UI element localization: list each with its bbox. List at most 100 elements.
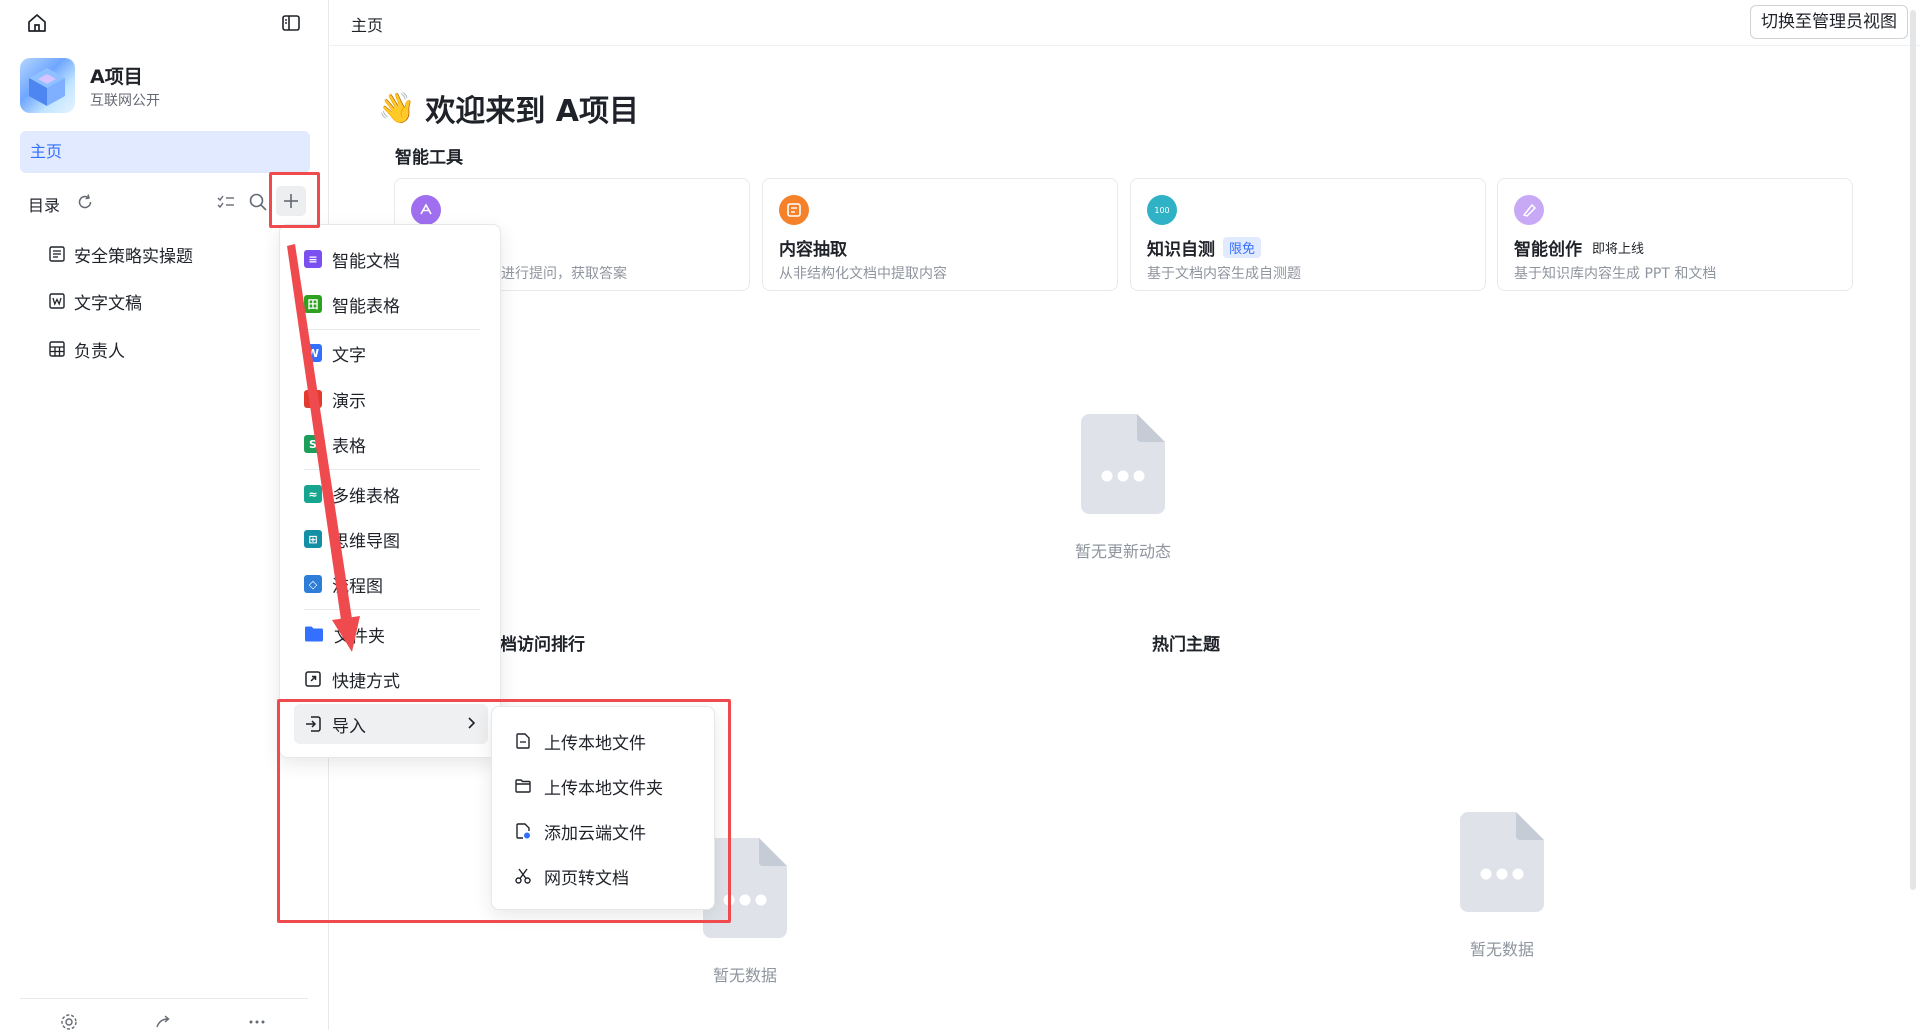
tree-item[interactable]: 负责人 bbox=[48, 336, 125, 362]
menu-item-label: 文字 bbox=[332, 345, 366, 366]
tool-card-selftest[interactable]: 100 知识自测 限免 基于文档内容生成自测题 bbox=[1130, 178, 1486, 291]
submenu-upload-file[interactable]: 上传本地文件 bbox=[514, 723, 646, 759]
menu-divider bbox=[304, 469, 480, 470]
scrollbar[interactable] bbox=[1910, 10, 1916, 890]
tool-desc: 基于知识库内容生成 PPT 和文档 bbox=[1514, 266, 1717, 282]
menu-item-label: 演示 bbox=[332, 391, 366, 412]
menu-item-spreadsheet[interactable]: S 表格 bbox=[294, 424, 488, 464]
folder-icon bbox=[304, 625, 324, 643]
tool-desc: 进行提问，获取答案 bbox=[501, 266, 627, 282]
doc-icon bbox=[48, 245, 66, 263]
import-submenu: 上传本地文件 上传本地文件夹 添加云端文件 网页转文档 bbox=[491, 706, 715, 910]
more-icon[interactable] bbox=[248, 1013, 266, 1031]
menu-item-label: 思维导图 bbox=[332, 531, 400, 552]
tools-section-title: 智能工具 bbox=[395, 148, 463, 168]
tree-item-label: 负责人 bbox=[74, 341, 125, 362]
project-name: A项目 bbox=[90, 66, 143, 88]
folder-outline-icon bbox=[514, 777, 532, 795]
checklist-icon[interactable] bbox=[216, 193, 236, 211]
word-doc-icon: W bbox=[304, 344, 322, 362]
empty-rank-text: 暂无数据 bbox=[712, 966, 777, 985]
submenu-label: 上传本地文件夹 bbox=[544, 778, 663, 799]
menu-item-multi-table[interactable]: ≈ 多维表格 bbox=[294, 474, 488, 514]
wave-emoji-icon: 👋 bbox=[378, 90, 416, 126]
empty-file-icon bbox=[1081, 414, 1165, 514]
submenu-label: 添加云端文件 bbox=[544, 823, 646, 844]
sidebar-footer bbox=[20, 998, 308, 1030]
tree-item[interactable]: 安全策略实操题 bbox=[48, 241, 193, 267]
menu-item-label: 文件夹 bbox=[334, 626, 385, 647]
chevron-right-icon bbox=[464, 716, 478, 730]
refresh-icon[interactable] bbox=[76, 193, 94, 211]
welcome-heading: 👋 欢迎来到 A项目 bbox=[378, 86, 639, 130]
selftest-tool-icon: 100 bbox=[1147, 195, 1177, 225]
catalog-bar: 目录 bbox=[28, 186, 318, 216]
tool-name-text: 内容抽取 bbox=[779, 240, 847, 260]
tool-name: 智能创作 即将上线 bbox=[1514, 235, 1646, 260]
home-icon[interactable] bbox=[26, 12, 48, 34]
tree-item-label: 安全策略实操题 bbox=[74, 246, 193, 267]
menu-item-label: 导入 bbox=[332, 716, 366, 737]
switch-admin-view-button[interactable]: 切换至管理员视图 bbox=[1750, 5, 1908, 39]
submenu-upload-folder[interactable]: 上传本地文件夹 bbox=[514, 768, 663, 804]
sidebar-top-icons bbox=[26, 12, 302, 36]
submenu-label: 网页转文档 bbox=[544, 868, 629, 889]
flowchart-icon: ◇ bbox=[304, 575, 322, 593]
menu-item-import[interactable]: 导入 bbox=[294, 704, 488, 744]
empty-hot-text: 暂无数据 bbox=[1469, 940, 1534, 959]
tool-desc: 基于文档内容生成自测题 bbox=[1147, 266, 1301, 282]
empty-hot: 暂无数据 bbox=[1437, 812, 1567, 960]
plus-icon bbox=[284, 194, 298, 208]
catalog-label: 目录 bbox=[28, 196, 61, 215]
project-logo bbox=[20, 58, 75, 113]
import-icon bbox=[304, 715, 322, 733]
mindmap-icon: ⊞ bbox=[304, 530, 322, 548]
tool-name-text: 知识自测 bbox=[1147, 240, 1215, 260]
menu-divider bbox=[304, 609, 480, 610]
empty-file-icon bbox=[703, 838, 787, 938]
svg-text:100: 100 bbox=[1154, 206, 1169, 215]
shortcut-icon bbox=[304, 670, 322, 688]
menu-item-shortcut[interactable]: 快捷方式 bbox=[294, 659, 488, 699]
menu-item-label: 智能文档 bbox=[332, 251, 400, 272]
tool-card-create[interactable]: 智能创作 即将上线 基于知识库内容生成 PPT 和文档 bbox=[1497, 178, 1853, 291]
tool-name: 知识自测 限免 bbox=[1147, 235, 1262, 260]
menu-item-smart-table[interactable]: 田 智能表格 bbox=[294, 284, 488, 324]
menu-item-label: 多维表格 bbox=[332, 486, 400, 507]
search-icon[interactable] bbox=[248, 192, 268, 212]
tool-card-extract[interactable]: 内容抽取 从非结构化文档中提取内容 bbox=[762, 178, 1118, 291]
menu-item-flowchart[interactable]: ◇ 流程图 bbox=[294, 564, 488, 604]
scissors-icon bbox=[514, 867, 532, 885]
top-header: 主页 切换至管理员视图 bbox=[330, 0, 1920, 46]
tool-name: 内容抽取 bbox=[779, 235, 847, 260]
menu-item-folder[interactable]: 文件夹 bbox=[294, 614, 488, 654]
tree-item[interactable]: 文字文稿 bbox=[48, 288, 142, 314]
extract-tool-icon bbox=[779, 195, 809, 225]
menu-item-text[interactable]: W 文字 bbox=[294, 333, 488, 373]
project-visibility: 互联网公开 bbox=[90, 93, 160, 109]
nav-home[interactable]: 主页 bbox=[20, 131, 310, 173]
submenu-webpage-to-doc[interactable]: 网页转文档 bbox=[514, 858, 629, 894]
empty-updates-text: 暂无更新动态 bbox=[1074, 542, 1171, 561]
empty-updates: 暂无更新动态 bbox=[1058, 414, 1188, 562]
smart-doc-icon: ≡ bbox=[304, 250, 322, 268]
coming-soon-badge: 即将上线 bbox=[1592, 242, 1645, 257]
tool-desc: 从非结构化文档中提取内容 bbox=[779, 266, 947, 282]
cloud-file-icon bbox=[514, 822, 532, 840]
menu-item-presentation[interactable]: P 演示 bbox=[294, 379, 488, 419]
menu-item-label: 表格 bbox=[332, 436, 366, 457]
breadcrumb: 主页 bbox=[351, 16, 384, 35]
submenu-label: 上传本地文件 bbox=[544, 733, 646, 754]
sidebar-collapse-icon[interactable] bbox=[280, 12, 302, 34]
smart-table-icon: 田 bbox=[304, 295, 322, 313]
menu-item-smart-doc[interactable]: ≡ 智能文档 bbox=[294, 239, 488, 279]
submenu-add-cloud-file[interactable]: 添加云端文件 bbox=[514, 813, 646, 849]
tool-name-text: 智能创作 bbox=[1514, 240, 1582, 260]
menu-item-mindmap[interactable]: ⊞ 思维导图 bbox=[294, 519, 488, 559]
add-button[interactable] bbox=[276, 186, 306, 216]
limited-free-badge: 限免 bbox=[1223, 237, 1262, 258]
share-icon[interactable] bbox=[154, 1013, 172, 1031]
create-tool-icon bbox=[1514, 195, 1544, 225]
settings-icon[interactable] bbox=[60, 1013, 78, 1031]
file-icon bbox=[514, 732, 532, 750]
